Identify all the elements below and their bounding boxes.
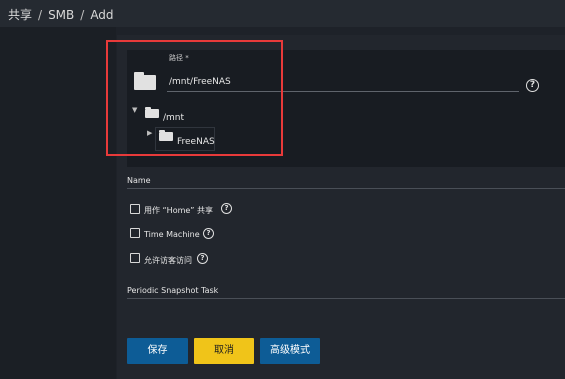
save-button[interactable]: 保存 — [127, 338, 188, 364]
home-share-checkbox[interactable] — [130, 204, 140, 214]
help-icon[interactable]: ? — [197, 253, 208, 264]
help-icon[interactable]: ? — [221, 203, 232, 214]
help-icon[interactable]: ? — [203, 228, 214, 239]
advanced-mode-button[interactable]: 高级模式 — [260, 338, 320, 364]
breadcrumb-item-add: Add — [90, 8, 114, 22]
snapshot-task-select[interactable] — [127, 298, 565, 299]
sidebar — [0, 27, 116, 379]
cancel-button[interactable]: 取消 — [194, 338, 254, 364]
home-share-label: 用作 “Home” 共享 — [144, 206, 213, 215]
guest-access-checkbox[interactable] — [130, 253, 140, 263]
name-input[interactable] — [127, 188, 565, 189]
highlight-box — [106, 40, 283, 156]
time-machine-label: Time Machine — [144, 230, 200, 239]
name-label: Name — [127, 176, 151, 185]
guest-access-label: 允许访客访问 — [144, 256, 192, 265]
breadcrumb: 共享 / SMB / Add — [8, 6, 114, 23]
top-bar: 共享 / SMB / Add — [0, 0, 565, 27]
breadcrumb-separator: / — [80, 8, 85, 22]
breadcrumb-separator: / — [38, 8, 43, 22]
time-machine-checkbox[interactable] — [130, 228, 140, 238]
snapshot-task-label: Periodic Snapshot Task — [127, 286, 219, 295]
help-icon[interactable]: ? — [526, 79, 539, 92]
breadcrumb-item-smb[interactable]: SMB — [48, 8, 74, 22]
breadcrumb-item-sharing[interactable]: 共享 — [8, 8, 32, 22]
